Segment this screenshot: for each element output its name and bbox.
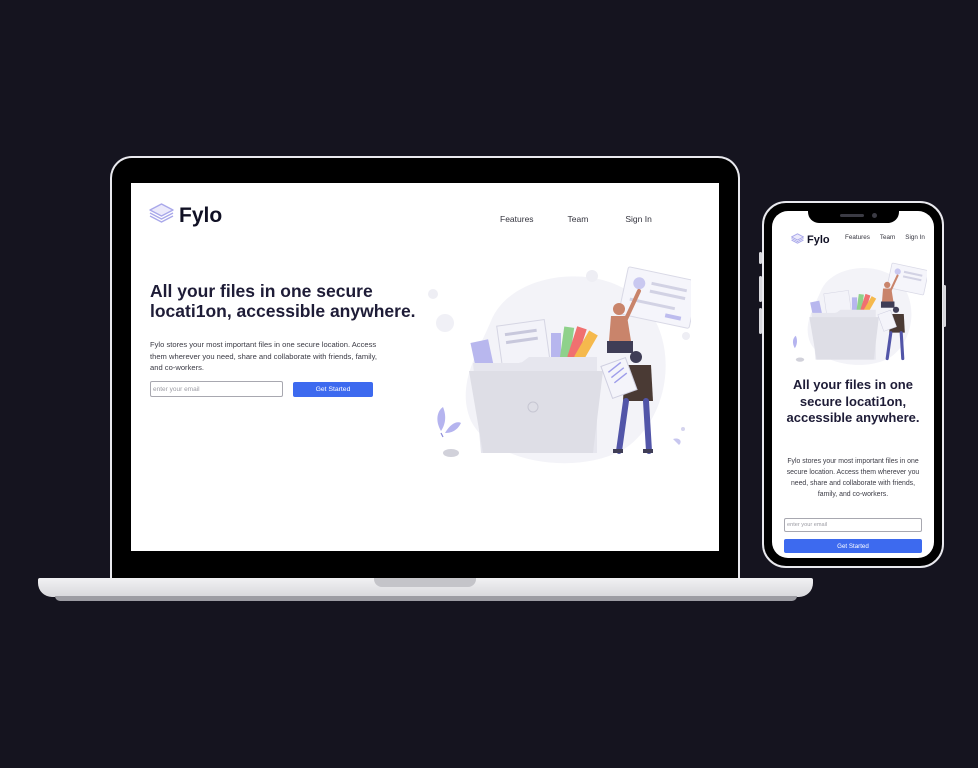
hero-illustration xyxy=(782,260,929,370)
nav-features[interactable]: Features xyxy=(500,214,534,224)
logo-text: Fylo xyxy=(179,203,223,227)
hero-description: Fylo stores your most important files in… xyxy=(150,340,377,372)
phone-screen: Fylo Features Team Sign In All your file… xyxy=(772,211,934,558)
hero-headline: All your files in one secure locati1on, … xyxy=(786,377,920,425)
main-nav: Features Team Sign In xyxy=(500,214,652,224)
email-input[interactable] xyxy=(784,518,922,532)
hero-illustration xyxy=(421,261,700,473)
nav-features[interactable]: Features xyxy=(845,234,870,241)
nav-team[interactable]: Team xyxy=(880,234,895,241)
fylo-logo-icon xyxy=(791,231,804,249)
phone-side-button xyxy=(759,308,762,334)
nav-team[interactable]: Team xyxy=(568,214,589,224)
fylo-logo-icon xyxy=(149,203,174,228)
hero-description: Fylo stores your most important files in… xyxy=(786,458,920,498)
laptop-screen: Fylo Features Team Sign In All your file… xyxy=(131,183,719,551)
phone-side-button xyxy=(759,276,762,302)
phone-side-button xyxy=(759,252,762,264)
logo-text: Fylo xyxy=(807,234,830,246)
logo[interactable]: Fylo xyxy=(791,231,830,249)
phone-camera xyxy=(872,213,877,218)
logo[interactable]: Fylo xyxy=(149,203,222,228)
email-input[interactable] xyxy=(150,381,283,397)
laptop-base-shadow xyxy=(55,596,797,601)
phone-power-button xyxy=(943,285,946,327)
phone-speaker xyxy=(840,214,864,217)
hero-headline: All your files in one secure locati1on, … xyxy=(150,281,416,321)
get-started-button[interactable]: Get Started xyxy=(784,539,922,553)
laptop-trackpad-notch xyxy=(374,578,476,587)
nav-sign-in[interactable]: Sign In xyxy=(625,214,651,224)
get-started-button[interactable]: Get Started xyxy=(293,382,373,397)
main-nav: Features Team Sign In xyxy=(845,234,925,241)
nav-sign-in[interactable]: Sign In xyxy=(905,234,925,241)
